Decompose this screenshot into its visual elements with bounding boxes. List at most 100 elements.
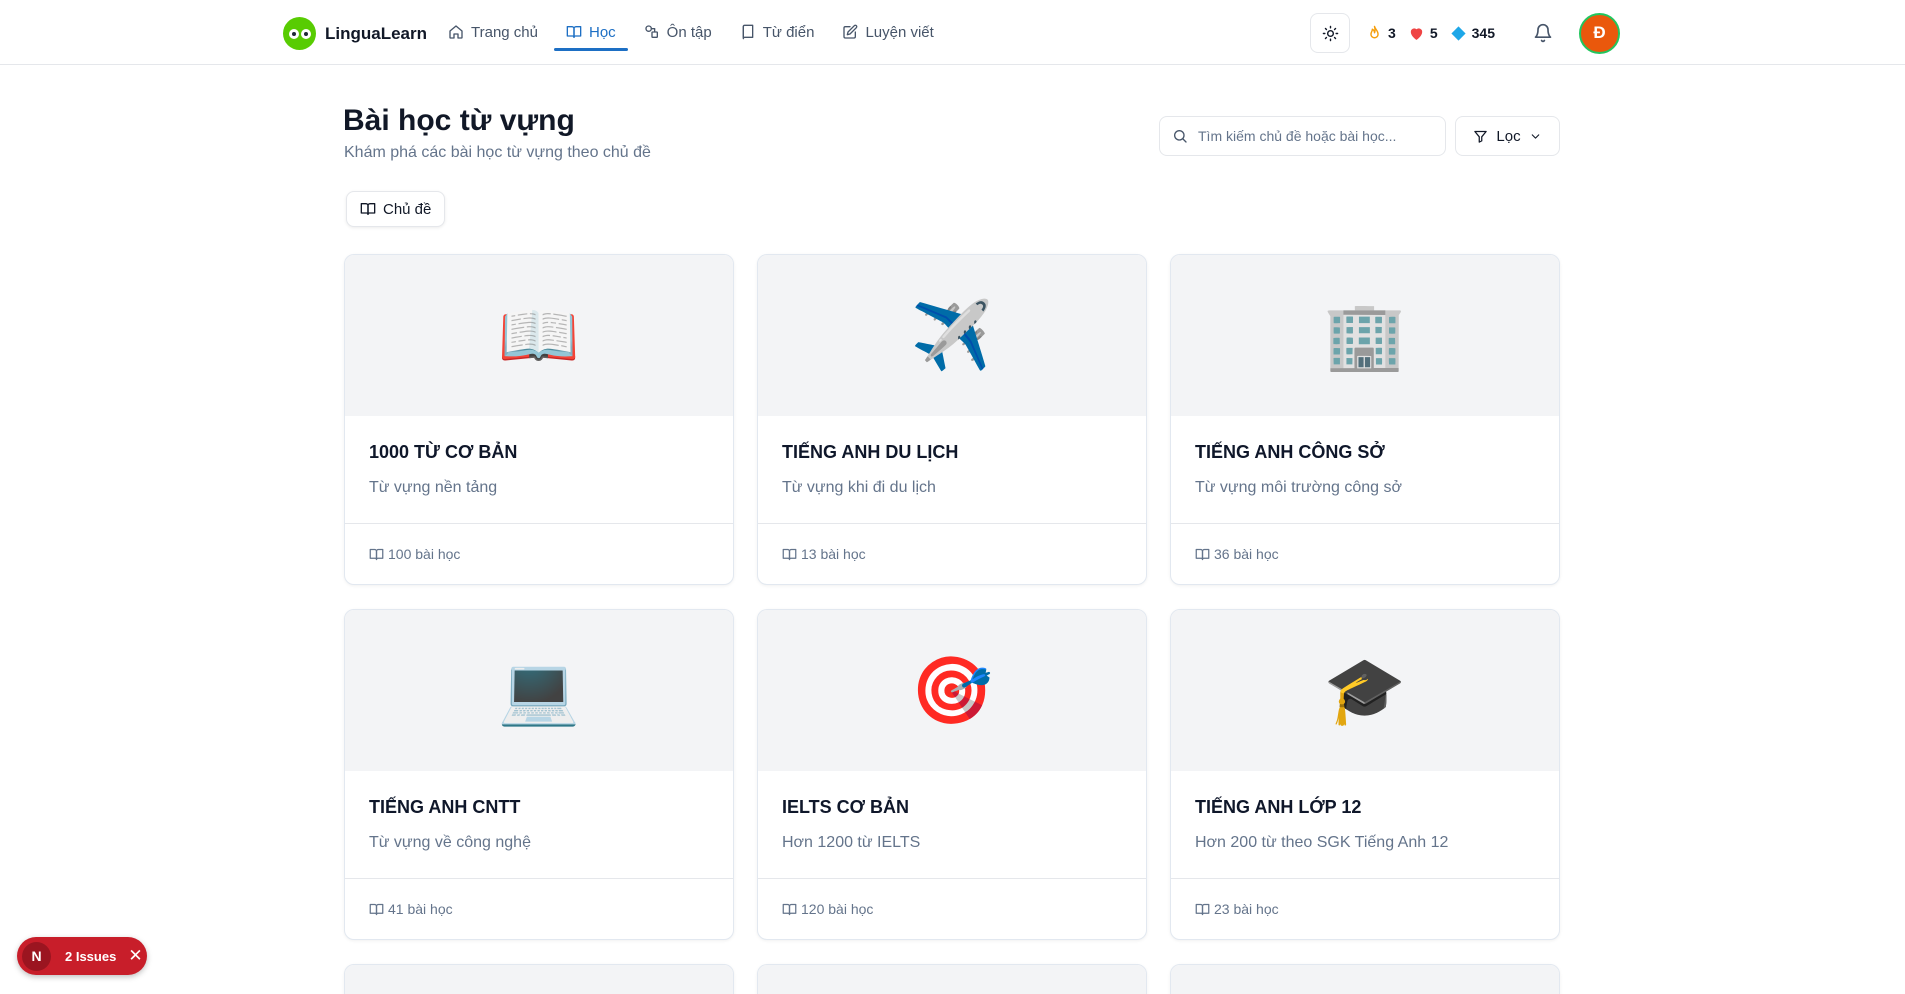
card-body: TIẾNG ANH CNTT Từ vựng về công nghệ bbox=[345, 771, 733, 879]
filter-label: Lọc bbox=[1496, 127, 1521, 145]
lesson-count: 120 bài học bbox=[801, 901, 874, 917]
owl-logo-icon bbox=[283, 17, 316, 50]
theme-toggle-button[interactable] bbox=[1310, 13, 1351, 53]
gems-counter[interactable]: 345 bbox=[1450, 25, 1495, 42]
search-icon bbox=[1174, 130, 1187, 143]
gem-icon bbox=[1451, 25, 1466, 41]
topic-card[interactable]: 💻 TIẾNG ANH CNTT Từ vựng về công nghệ 41… bbox=[344, 609, 734, 940]
lesson-count: 100 bài học bbox=[388, 546, 461, 562]
card-description: Hơn 1200 từ IELTS bbox=[782, 834, 921, 851]
top-navbar: LinguaLearn Trang chủ Học Ôn tập Từ điển… bbox=[0, 0, 1905, 65]
card-description: Từ vựng về công nghệ bbox=[369, 834, 531, 851]
book-icon bbox=[1195, 903, 1210, 915]
close-icon[interactable]: ✕ bbox=[128, 946, 142, 966]
nav-item-writing[interactable]: Luyện viết bbox=[842, 0, 934, 64]
card-description: Từ vựng môi trường công sở bbox=[1195, 479, 1402, 496]
brand[interactable]: LinguaLearn bbox=[283, 17, 427, 50]
streak-counter[interactable]: 3 bbox=[1366, 25, 1396, 42]
dev-issues-badge[interactable]: N 2 Issues ✕ bbox=[17, 937, 147, 975]
tab-label: Chủ đề bbox=[383, 200, 432, 218]
card-title: 1000 TỪ CƠ BẢN bbox=[369, 442, 518, 462]
topic-card[interactable]: 🎯 IELTS CƠ BẢN Hơn 1200 từ IELTS 120 bài… bbox=[757, 609, 1147, 940]
nav-item-learn[interactable]: Học bbox=[554, 0, 628, 64]
sun-icon bbox=[1322, 25, 1338, 41]
topic-card-partial[interactable] bbox=[1170, 964, 1560, 994]
topic-card-grid: 📖 1000 TỪ CƠ BẢN Từ vựng nền tảng 100 bà… bbox=[344, 254, 1561, 994]
filter-button[interactable]: Lọc bbox=[1455, 116, 1560, 156]
card-title: IELTS CƠ BẢN bbox=[782, 797, 910, 817]
topic-emoji-graduation-cap-icon: 🎓 bbox=[1171, 610, 1559, 771]
nav-item-label: Luyện viết bbox=[865, 23, 934, 41]
page-title: Bài học từ vựng bbox=[343, 104, 575, 137]
review-icon bbox=[645, 25, 658, 38]
card-title: TIẾNG ANH CNTT bbox=[369, 797, 521, 817]
hearts-counter[interactable]: 5 bbox=[1408, 25, 1438, 42]
card-media bbox=[1171, 965, 1559, 994]
nav-right: 3 5 345 Đ bbox=[1310, 12, 1620, 54]
book-icon bbox=[1195, 548, 1210, 560]
topic-card-partial[interactable] bbox=[344, 964, 734, 994]
topic-emoji-laptop-icon: 💻 bbox=[345, 610, 733, 771]
card-footer: 23 bài học bbox=[1171, 879, 1559, 939]
main-nav: Trang chủ Học Ôn tập Từ điển Luyện viết bbox=[448, 0, 934, 64]
topic-emoji-open-book-icon: 📖 bbox=[345, 255, 733, 416]
card-description: Từ vựng khi đi du lịch bbox=[782, 479, 936, 496]
topic-emoji-airplane-icon: ✈️ bbox=[758, 255, 1146, 416]
topic-emoji-target-icon: 🎯 bbox=[758, 610, 1146, 771]
topic-card[interactable]: ✈️ TIẾNG ANH DU LỊCH Từ vựng khi đi du l… bbox=[757, 254, 1147, 585]
lesson-count: 23 bài học bbox=[1214, 901, 1279, 917]
filter-icon bbox=[1474, 130, 1488, 143]
bell-icon bbox=[1534, 23, 1552, 43]
card-body: TIẾNG ANH LỚP 12 Hơn 200 từ theo SGK Tiế… bbox=[1171, 771, 1559, 879]
nav-item-label: Từ điển bbox=[762, 23, 815, 41]
pencil-icon bbox=[843, 24, 858, 39]
book-icon bbox=[782, 903, 797, 915]
card-description: Hơn 200 từ theo SGK Tiếng Anh 12 bbox=[1195, 834, 1449, 851]
card-body: TIẾNG ANH CÔNG SỞ Từ vựng môi trường côn… bbox=[1171, 416, 1559, 524]
nav-item-label: Trang chủ bbox=[471, 23, 538, 41]
book-icon bbox=[360, 203, 376, 215]
card-footer: 13 bài học bbox=[758, 524, 1146, 584]
card-footer: 41 bài học bbox=[345, 879, 733, 939]
topic-card[interactable]: 🎓 TIẾNG ANH LỚP 12 Hơn 200 từ theo SGK T… bbox=[1170, 609, 1560, 940]
book-icon bbox=[566, 26, 582, 38]
streak-value: 3 bbox=[1388, 25, 1396, 41]
topic-emoji-office-building-icon: 🏢 bbox=[1171, 255, 1559, 416]
card-media bbox=[345, 965, 733, 994]
topic-card-partial[interactable] bbox=[757, 964, 1147, 994]
nav-item-label: Ôn tập bbox=[666, 23, 712, 41]
book-icon bbox=[369, 903, 384, 915]
topic-card[interactable]: 🏢 TIẾNG ANH CÔNG SỞ Từ vựng môi trường c… bbox=[1170, 254, 1560, 585]
nav-item-label: Học bbox=[588, 23, 616, 41]
card-body: 1000 TỪ CƠ BẢN Từ vựng nền tảng bbox=[345, 416, 733, 524]
card-title: TIẾNG ANH CÔNG SỞ bbox=[1195, 442, 1385, 462]
user-avatar[interactable]: Đ bbox=[1579, 12, 1620, 54]
card-title: TIẾNG ANH DU LỊCH bbox=[782, 442, 959, 462]
nav-item-home[interactable]: Trang chủ bbox=[448, 0, 538, 64]
flame-icon bbox=[1370, 25, 1379, 38]
book-icon bbox=[782, 548, 797, 560]
nav-item-review[interactable]: Ôn tập bbox=[644, 0, 712, 64]
card-description: Từ vựng nền tảng bbox=[369, 479, 498, 496]
home-icon bbox=[449, 25, 463, 39]
gems-value: 345 bbox=[1471, 25, 1495, 41]
search-box[interactable] bbox=[1159, 116, 1446, 156]
card-footer: 120 bài học bbox=[758, 879, 1146, 939]
chevron-down-icon bbox=[1531, 133, 1539, 139]
page-subtitle: Khám phá các bài học từ vựng theo chủ đề bbox=[344, 144, 651, 161]
card-footer: 36 bài học bbox=[1171, 524, 1559, 584]
topic-card[interactable]: 📖 1000 TỪ CƠ BẢN Từ vựng nền tảng 100 bà… bbox=[344, 254, 734, 585]
card-media bbox=[758, 965, 1146, 994]
lesson-count: 41 bài học bbox=[388, 901, 453, 917]
tab-topics[interactable]: Chủ đề bbox=[346, 191, 446, 227]
book-icon bbox=[369, 548, 384, 560]
nextjs-logo-icon: N bbox=[22, 941, 51, 971]
notifications-button[interactable] bbox=[1533, 23, 1553, 43]
nav-item-dictionary[interactable]: Từ điển bbox=[740, 0, 815, 64]
heart-icon bbox=[1410, 27, 1423, 40]
issues-count[interactable]: 2 Issues bbox=[65, 949, 116, 964]
search-input[interactable] bbox=[1198, 128, 1428, 144]
dictionary-icon bbox=[742, 24, 754, 40]
brand-name: LinguaLearn bbox=[325, 23, 428, 43]
card-footer: 100 bài học bbox=[345, 524, 733, 584]
